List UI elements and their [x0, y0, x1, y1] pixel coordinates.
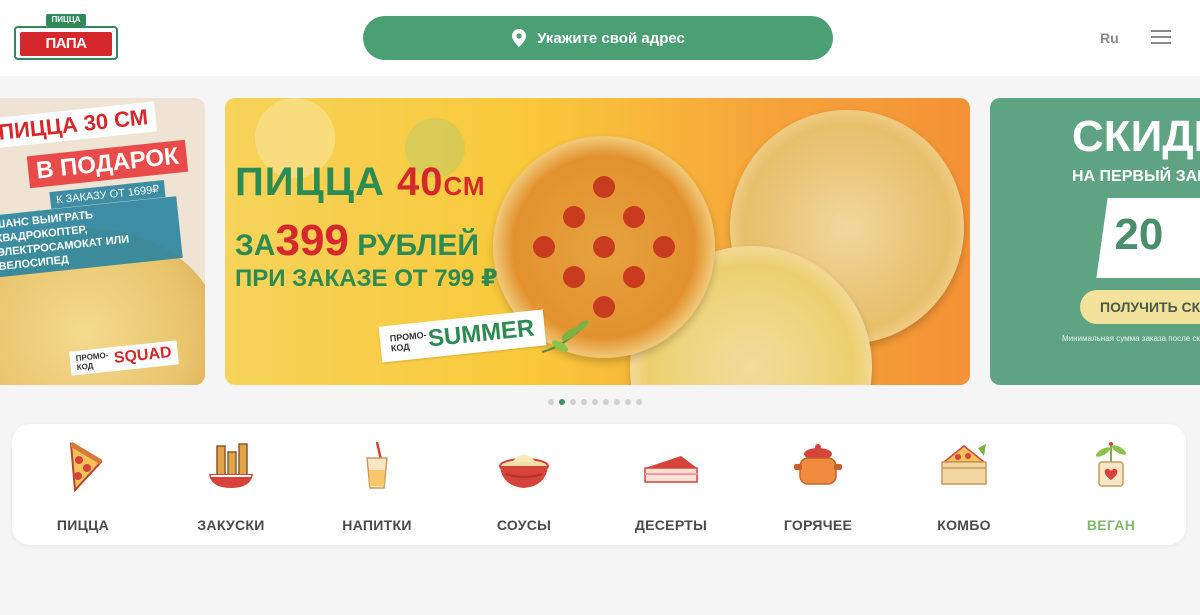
- leaf-icon: [541, 320, 589, 353]
- carousel-dot[interactable]: [592, 399, 598, 405]
- promo-code: SUMMER: [426, 314, 536, 353]
- category-drinks[interactable]: НАПИТКИ: [312, 438, 442, 538]
- address-button-label: Укажите свой адрес: [537, 29, 685, 47]
- sauce-icon: [499, 455, 549, 488]
- slide-price: ЗА399 РУБЛЕЙ: [235, 216, 479, 265]
- slide-note: Минимальная сумма заказа после скидки: [1062, 334, 1200, 343]
- hamburger-menu-icon[interactable]: [1151, 30, 1171, 44]
- category-bar: ПИЦЦА ЗАКУСКИ НАПИТКИ СОУСЫ ДЕСЕРТЫ ГОРЯ…: [12, 424, 1186, 545]
- vegan-plant-icon: [1095, 442, 1127, 487]
- combo-box-icon: [941, 444, 987, 485]
- dessert-icon: [644, 456, 698, 483]
- category-label: КОМБО: [937, 517, 991, 533]
- discount-number-box: 20: [1096, 198, 1200, 278]
- category-label: ГОРЯЧЕЕ: [783, 517, 853, 533]
- category-label: СОУСЫ: [496, 517, 552, 533]
- promo-code-badge: ПРОМО-КОД SUMMER: [378, 309, 547, 363]
- promo-slide-left[interactable]: ПИЦЦА 30 СМ В ПОДАРОК К ЗАКАЗУ ОТ 1699₽ …: [0, 98, 205, 385]
- get-discount-button[interactable]: ПОЛУЧИТЬ СКИДКУ: [1080, 290, 1200, 324]
- carousel-dot[interactable]: [581, 399, 587, 405]
- promo-code-label: ПРОМО-КОД: [389, 329, 428, 354]
- pizza-slice-icon: [69, 441, 103, 493]
- category-desserts[interactable]: ДЕСЕРТЫ: [606, 438, 736, 538]
- carousel-dot[interactable]: [548, 399, 554, 405]
- address-button[interactable]: Укажите свой адрес: [363, 16, 833, 60]
- slide-title: СКИДКА: [1072, 112, 1200, 161]
- category-vegan[interactable]: ВЕГАН: [1046, 438, 1176, 538]
- category-snacks[interactable]: ЗАКУСКИ: [166, 438, 296, 538]
- carousel-dot-active[interactable]: [559, 399, 565, 405]
- carousel-dot[interactable]: [614, 399, 620, 405]
- category-label: ДЕСЕРТЫ: [634, 517, 708, 533]
- logo-top-text: ПИЦЦА: [46, 14, 86, 26]
- drink-icon: [366, 441, 388, 489]
- category-label: ЗАКУСКИ: [197, 517, 265, 533]
- papa-johns-logo[interactable]: ПИЦЦА ПАПА ДЖОНС: [14, 14, 118, 76]
- language-switch[interactable]: Ru: [1100, 30, 1119, 46]
- carousel-dot[interactable]: [625, 399, 631, 405]
- category-label: НАПИТКИ: [342, 517, 412, 533]
- category-pizza[interactable]: ПИЦЦА: [18, 438, 148, 538]
- slide-title: ПИЦЦА 30 СМ: [0, 101, 158, 149]
- discount-number: 20: [1114, 210, 1164, 259]
- promo-slide-right[interactable]: СКИДКА НА ПЕРВЫЙ ЗАКАЗ 20 ПОЛУЧИТЬ СКИДК…: [990, 98, 1200, 385]
- snacks-icon: [209, 443, 253, 488]
- category-hot[interactable]: ГОРЯЧЕЕ: [753, 438, 883, 538]
- slide-title: ПИЦЦА 40СМ: [235, 160, 486, 204]
- category-sauces[interactable]: СОУСЫ: [459, 438, 589, 538]
- hot-pot-icon: [794, 444, 842, 485]
- carousel-dot[interactable]: [636, 399, 642, 405]
- promo-slide-center[interactable]: ПИЦЦА 40СМ ЗА399 РУБЛЕЙ ПРИ ЗАКАЗЕ ОТ 79…: [225, 98, 970, 385]
- location-pin-icon: [512, 29, 527, 47]
- promo-code: SQUAD: [113, 344, 173, 367]
- category-label: ПИЦЦА: [56, 517, 110, 533]
- promo-code-label: ПРОМО-КОД: [75, 350, 109, 372]
- slide-condition: ПРИ ЗАКАЗЕ ОТ 799 ₽: [235, 265, 498, 292]
- carousel-dot[interactable]: [570, 399, 576, 405]
- slide-subtitle: НА ПЕРВЫЙ ЗАКАЗ: [1072, 168, 1200, 185]
- category-label: ВЕГАН: [1086, 517, 1136, 533]
- carousel-dots: [548, 399, 642, 405]
- carousel-dot[interactable]: [603, 399, 609, 405]
- header: ПИЦЦА ПАПА ДЖОНС Укажите свой адрес Ru: [0, 0, 1200, 76]
- category-combo[interactable]: КОМБО: [899, 438, 1029, 538]
- logo-text: ПАПА ДЖОНС: [20, 32, 112, 76]
